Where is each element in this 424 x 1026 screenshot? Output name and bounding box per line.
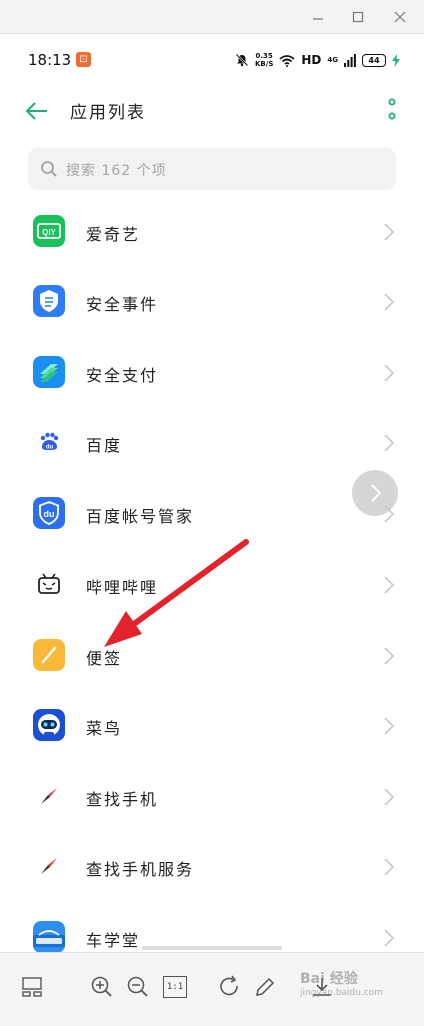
pencil-icon bbox=[256, 977, 275, 996]
wifi-icon bbox=[279, 54, 295, 67]
close-icon bbox=[394, 11, 406, 23]
actual-size-label: 1:1 bbox=[163, 976, 187, 998]
window-titlebar bbox=[0, 0, 424, 34]
list-item-iqiyi[interactable]: QIY 爱奇艺 bbox=[0, 198, 424, 268]
chevron-right-icon bbox=[384, 576, 395, 594]
watermark: Bai 经验 jingyan.baidu.com bbox=[300, 968, 383, 998]
search-icon bbox=[41, 161, 57, 177]
page-title: 应用列表 bbox=[70, 103, 146, 123]
chevron-right-icon bbox=[384, 434, 395, 452]
chevron-right-icon bbox=[384, 647, 395, 665]
zoom-out-button[interactable] bbox=[124, 973, 152, 1001]
actual-size-button[interactable]: 1:1 bbox=[161, 973, 189, 1001]
search-box[interactable]: 搜索 162 个项 bbox=[28, 148, 396, 190]
thumbnails-icon bbox=[22, 977, 42, 997]
find-phone-service-icon bbox=[33, 850, 65, 882]
search-placeholder: 搜索 162 个项 bbox=[66, 163, 167, 179]
minimize-icon bbox=[313, 18, 323, 20]
app-name: 百度 bbox=[86, 436, 123, 455]
chevron-right-icon bbox=[384, 223, 395, 241]
notes-icon bbox=[33, 639, 65, 671]
scroll-indicator bbox=[142, 946, 282, 950]
maximize-icon bbox=[352, 11, 364, 23]
app-name: 查找手机 bbox=[86, 790, 159, 809]
zoom-in-icon bbox=[91, 976, 112, 997]
rotate-button[interactable] bbox=[216, 973, 244, 1001]
bilibili-icon bbox=[33, 568, 65, 600]
app-name: 百度帐号管家 bbox=[86, 507, 195, 526]
status-bar: 18:13 ⊡ 0.35 KB/S HD 4G 44 bbox=[0, 34, 424, 84]
status-icons: 0.35 KB/S HD 4G 44 bbox=[235, 50, 400, 70]
net-speed: 0.35 KB/S bbox=[255, 52, 273, 68]
chevron-right-icon bbox=[384, 364, 395, 382]
svg-text:du: du bbox=[44, 509, 55, 519]
status-time: 18:13 bbox=[28, 51, 72, 69]
more-options-icon[interactable] bbox=[384, 96, 400, 124]
edit-button[interactable] bbox=[251, 973, 279, 1001]
chevron-right-icon bbox=[384, 929, 395, 947]
list-item-bilibili[interactable]: 哔哩哔哩 bbox=[0, 551, 424, 621]
chevron-right-icon bbox=[384, 717, 395, 735]
app-name: 车学堂 bbox=[86, 931, 141, 950]
list-item-secure-pay[interactable]: 安全支付 bbox=[0, 339, 424, 409]
net-speed-value: 0.35 bbox=[255, 52, 273, 60]
watermark-sub: jingyan.baidu.com bbox=[300, 988, 384, 998]
find-phone-icon bbox=[33, 780, 65, 812]
net-speed-unit: KB/S bbox=[255, 60, 274, 68]
floating-assist-ball[interactable] bbox=[352, 470, 398, 516]
thumbnails-button[interactable] bbox=[18, 973, 46, 1001]
list-item-find-phone[interactable]: 查找手机 bbox=[0, 763, 424, 833]
list-item-security-event[interactable]: 安全事件 bbox=[0, 268, 424, 338]
close-button[interactable] bbox=[380, 0, 420, 34]
list-item-notes[interactable]: 便签 bbox=[0, 622, 424, 692]
chevron-right-icon bbox=[384, 858, 395, 876]
app-header: 应用列表 bbox=[0, 88, 424, 134]
minimize-button[interactable] bbox=[298, 0, 338, 34]
signal-icon bbox=[344, 53, 356, 67]
chexuetang-icon bbox=[33, 921, 65, 953]
app-name: 爱奇艺 bbox=[86, 225, 141, 244]
chevron-right-icon bbox=[384, 788, 395, 806]
svg-text:du: du bbox=[46, 445, 54, 451]
app-name: 哔哩哔哩 bbox=[86, 578, 159, 597]
zoom-out-icon bbox=[127, 976, 148, 997]
zoom-in-button[interactable] bbox=[88, 973, 116, 1001]
secure-pay-icon bbox=[33, 356, 65, 388]
maximize-button[interactable] bbox=[338, 0, 378, 34]
cainiao-icon bbox=[33, 709, 65, 741]
security-event-icon bbox=[33, 285, 65, 317]
app-name: 安全事件 bbox=[86, 295, 159, 314]
iqiyi-icon: QIY bbox=[33, 215, 65, 247]
mute-bell-icon bbox=[235, 53, 249, 67]
chevron-right-icon bbox=[384, 293, 395, 311]
list-item-cainiao[interactable]: 菜鸟 bbox=[0, 692, 424, 762]
rotate-icon bbox=[220, 975, 238, 996]
network-type: 4G bbox=[327, 56, 338, 64]
charging-icon bbox=[392, 53, 400, 67]
notification-app-icon: ⊡ bbox=[76, 52, 91, 67]
hd-indicator: HD bbox=[301, 53, 322, 67]
list-item-baidu[interactable]: du 百度 bbox=[0, 409, 424, 479]
app-name: 查找手机服务 bbox=[86, 860, 195, 879]
back-arrow-icon[interactable] bbox=[24, 98, 50, 124]
battery-level: 44 bbox=[362, 53, 386, 67]
baidu-icon: du bbox=[33, 426, 65, 458]
chevron-right-icon bbox=[371, 484, 382, 502]
svg-text:QIY: QIY bbox=[42, 228, 56, 237]
app-name: 菜鸟 bbox=[86, 719, 123, 738]
app-name: 安全支付 bbox=[86, 366, 159, 385]
watermark-text: Bai 经验 bbox=[300, 971, 358, 987]
app-name: 便签 bbox=[86, 649, 123, 668]
baidu-account-icon: du bbox=[33, 497, 65, 529]
list-item-find-phone-service[interactable]: 查找手机服务 bbox=[0, 833, 424, 903]
